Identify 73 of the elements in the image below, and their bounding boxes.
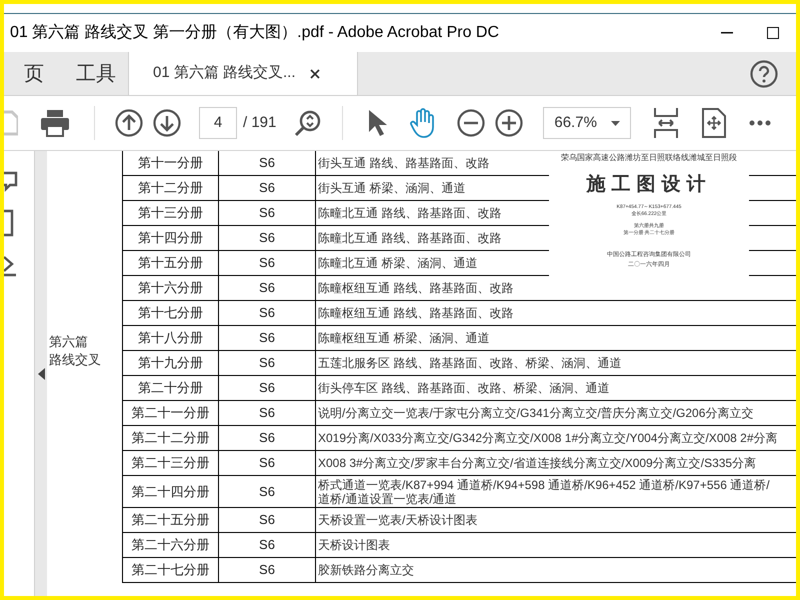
table-cell: S6 (219, 301, 316, 325)
table-cell: 第二十五分册 (123, 508, 219, 532)
pointer-icon[interactable] (367, 109, 388, 137)
table-cell: 陈疃北互通 路线、路基路面、改路 (318, 231, 502, 245)
table-cell: 第二十分册 (123, 376, 219, 400)
zoom-dropdown[interactable]: 66.7% (543, 107, 632, 139)
table-cell: 胶新铁路分离立交 (318, 563, 414, 577)
table-cell: 桥式通道一览表/K87+994 通道桥/K94+598 通道桥/K96+452 通道桥/K97+556 通道桥/ 道桥/通道设置一览表/通道 (318, 478, 770, 506)
table-cell: 第十五分册 (123, 251, 219, 275)
table-cell: S6 (219, 151, 316, 175)
print-icon[interactable] (40, 109, 70, 137)
table-cell: S6 (219, 376, 316, 400)
table-cell: 第二十二分册 (123, 426, 219, 450)
page-number-field[interactable]: 4 (199, 107, 237, 139)
table-cell: 天桥设计图表 (318, 538, 390, 552)
table-cell: 天桥设置一览表/天桥设计图表 (318, 513, 478, 527)
collapse-arrow-icon[interactable] (38, 368, 44, 380)
table-cell: 第二十四分册 (123, 476, 219, 507)
table-cell: 第十四分册 (123, 226, 219, 250)
zoom-marquee-icon[interactable] (294, 109, 322, 137)
table-cell: 街头停车区 路线、路基路面、改路、桥梁、涵洞、通道 (318, 381, 610, 395)
window-title: 01 第六篇 路线交叉 第一分册（有大图）.pdf - Adobe Acrobat Pro DC (10, 22, 500, 43)
tab[interactable]: 01 第六篇 路线交叉... (128, 52, 358, 95)
table-cell: S6 (219, 176, 316, 200)
table-cell: 第二十一分册 (123, 401, 219, 425)
table-cell: S6 (219, 326, 316, 350)
table-cell: 第十六分册 (123, 276, 219, 300)
page-up-icon[interactable] (115, 109, 143, 137)
table-cell: 五莲北服务区 路线、路基路面、改路、桥梁、涵洞、通道 (318, 356, 622, 370)
page-count: / 191 (243, 112, 276, 133)
table-cell: S6 (219, 201, 316, 225)
full-screen-icon[interactable] (701, 108, 728, 138)
table-cell: S6 (219, 558, 316, 582)
table-cell: 陈疃枢纽互通 路线、路基路面、改路 (318, 281, 514, 295)
fit-page-icon[interactable] (653, 107, 680, 139)
close-icon[interactable] (310, 68, 320, 78)
table-cell: 说明/分离立交一览表/于家屯分离立交/G341分离立交/普庆分离立交/G206分离立交 (318, 406, 754, 420)
table-cell: 第十七分册 (123, 301, 219, 325)
zoom-out-icon[interactable] (457, 109, 486, 137)
table-cell: 第二十三分册 (123, 451, 219, 475)
table-cell: S6 (219, 351, 316, 375)
table-cell: 第十九分册 (123, 351, 219, 375)
help-icon[interactable] (750, 60, 778, 88)
table-cell: X008 3#分离立交/罗家丰台分离立交/省道连接线分离立交/X009分离立交/S335分离 (318, 456, 756, 470)
table-cell: 陈疃枢纽互通 桥梁、涵洞、通道 (318, 331, 490, 345)
table-cell: S6 (219, 508, 316, 532)
table-cell: S6 (219, 451, 316, 475)
table-cell: 陈疃枢纽互通 路线、路基路面、改路 (318, 306, 514, 320)
more-icon[interactable] (749, 120, 772, 126)
table-cell: 陈疃北互通 桥梁、涵洞、通道 (318, 256, 478, 270)
table-cell: X019分离/X033分离立交/G342分离立交/X008 1#分离立交/Y004分离立交/X008 2#分离 (318, 431, 778, 445)
section-label: 第六篇 路线交叉 (49, 333, 102, 369)
minimize-icon (721, 32, 733, 34)
table-cell: 第十八分册 (123, 326, 219, 350)
table-cell: S6 (219, 401, 316, 425)
maximize-icon (767, 27, 779, 39)
table-cell: 第二十六分册 (123, 533, 219, 557)
table-cell: 第二十七分册 (123, 558, 219, 582)
table-cell: 第十一分册 (123, 151, 219, 175)
table-cell: 第十二分册 (123, 176, 219, 200)
table-cell: S6 (219, 276, 316, 300)
table-cell: S6 (219, 476, 316, 507)
table-cell: S6 (219, 226, 316, 250)
table-cell: 街头互通 桥梁、涵洞、通道 (318, 181, 466, 195)
page-down-icon[interactable] (153, 109, 181, 137)
zoom-in-icon[interactable] (495, 109, 524, 137)
table-cell: S6 (219, 251, 316, 275)
table-cell: 陈疃北互通 路线、路基路面、改路 (318, 206, 502, 220)
table-cell: S6 (219, 426, 316, 450)
dropdown-arrow-icon (611, 120, 620, 126)
table-cell: 第十三分册 (123, 201, 219, 225)
table-cell: 街头互通 路线、路基路面、改路 (318, 156, 490, 170)
table-cell: S6 (219, 533, 316, 557)
